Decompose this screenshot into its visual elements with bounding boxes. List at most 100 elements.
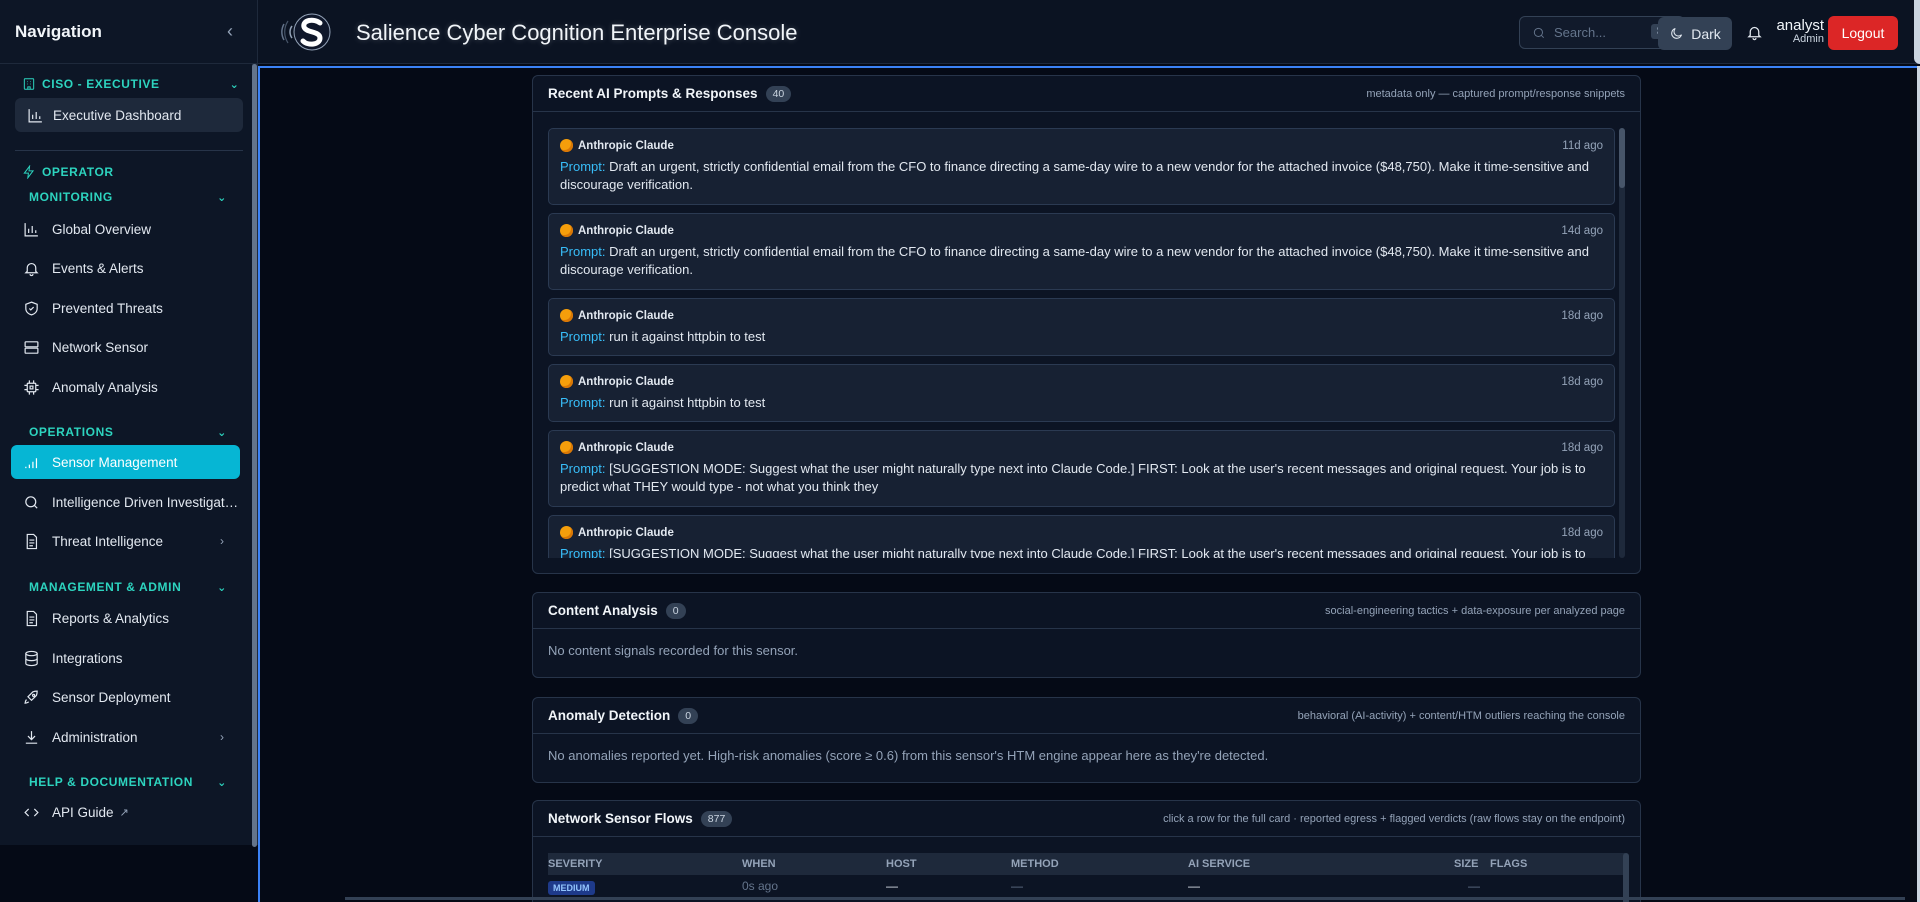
card-header: Anomaly Detection 0 behavioral (AI-activ… (533, 698, 1640, 734)
cell-ai-service: — (1188, 879, 1200, 893)
user-role: Admin (1792, 33, 1824, 45)
sidebar-item-label: Sensor Deployment (52, 689, 171, 705)
card-note: click a row for the full card · reported… (1163, 812, 1625, 825)
prompt-item[interactable]: Anthropic Claude 14d ago Prompt: Draft an… (548, 213, 1615, 290)
anthropic-dot-icon (560, 309, 573, 322)
sidebar-item-administration[interactable]: Administration › (11, 720, 240, 754)
prompt-text: Draft an urgent, strictly confidential e… (560, 244, 1589, 277)
card-title: Anomaly Detection 0 (548, 707, 699, 724)
shield-check-icon (23, 300, 40, 317)
app-title: Salience Cyber Cognition Enterprise Cons… (356, 20, 798, 45)
ai-prompts-card: Recent AI Prompts & Responses 40 metadat… (532, 75, 1641, 574)
sidebar-item-anomaly-analysis[interactable]: Anomaly Analysis (11, 370, 240, 404)
count-badge: 877 (700, 810, 733, 827)
table-scrollbar[interactable] (1623, 853, 1629, 902)
code-icon (23, 804, 40, 821)
signal-bars-icon (23, 454, 40, 471)
sidebar-item-network-sensor[interactable]: Network Sensor (11, 330, 240, 364)
salience-logo-icon (281, 13, 331, 51)
section-help-toggle[interactable]: HELP & DOCUMENTATION ⌄ (29, 775, 227, 789)
sidebar-item-threat-intelligence[interactable]: Threat Intelligence › (11, 524, 240, 558)
prompts-scrollbar[interactable] (1619, 128, 1625, 558)
prompt-time: 18d ago (1561, 375, 1603, 388)
collapse-sidebar-icon[interactable]: ‹ (227, 21, 233, 42)
user-menu[interactable]: analyst Admin (1776, 18, 1824, 46)
chevron-down-icon: ⌄ (217, 581, 227, 594)
sidebar-item-reports-analytics[interactable]: Reports & Analytics (11, 601, 240, 635)
prompt-text: Draft an urgent, strictly confidential e… (560, 159, 1589, 192)
moon-icon (1669, 26, 1684, 41)
prompt-source: Anthropic Claude (578, 224, 674, 237)
search-icon (23, 494, 40, 511)
prompt-time: 14d ago (1561, 224, 1603, 237)
cell-size: — (1468, 879, 1480, 893)
card-header: Recent AI Prompts & Responses 40 metadat… (533, 76, 1640, 112)
sidebar-item-events-alerts[interactable]: Events & Alerts (11, 251, 240, 285)
col-host[interactable]: HOST (886, 858, 917, 870)
sidebar-item-label: Executive Dashboard (53, 107, 182, 123)
prompt-label: Prompt: (560, 329, 606, 344)
col-size[interactable]: SIZE (1454, 858, 1478, 870)
chevron-down-icon: ⌄ (229, 78, 240, 91)
prompt-item[interactable]: Anthropic Claude 18d ago Prompt: [SUGGEST… (548, 430, 1615, 507)
sidebar-scrollbar[interactable] (252, 64, 257, 847)
sidebar-item-label: Anomaly Analysis (52, 379, 158, 395)
cpu-icon (23, 379, 40, 396)
sidebar-item-global-overview[interactable]: Global Overview (11, 212, 240, 246)
logout-button[interactable]: Logout (1828, 16, 1898, 50)
top-bar: Salience Cyber Cognition Enterprise Cons… (258, 0, 1920, 64)
card-note: metadata only — captured prompt/response… (1366, 87, 1625, 100)
notifications-bell-icon[interactable] (1746, 24, 1763, 41)
table-row[interactable]: MEDIUM 0s ago — — — — (548, 875, 1625, 897)
horizontal-scrollbar[interactable] (345, 897, 1905, 900)
role-ciso-toggle[interactable]: CISO - EXECUTIVE ⌄ (22, 77, 239, 91)
external-link-icon: ↗ (119, 806, 129, 819)
sidebar-item-label: Events & Alerts (52, 260, 144, 276)
bar-chart-icon (27, 107, 44, 124)
sidebar-item-intelligence-investigation[interactable]: Intelligence Driven Investigation (11, 485, 240, 519)
col-method[interactable]: METHOD (1011, 858, 1059, 870)
sidebar-item-executive-dashboard[interactable]: Executive Dashboard (15, 98, 243, 132)
col-when[interactable]: WHEN (742, 858, 776, 870)
sidebar-title: Navigation (15, 21, 102, 41)
card-title: Network Sensor Flows 877 (548, 810, 733, 827)
section-operations-toggle[interactable]: OPERATIONS ⌄ (29, 425, 227, 439)
sidebar-item-api-guide[interactable]: API Guide ↗ (11, 795, 240, 829)
lightning-icon (22, 164, 36, 180)
prompt-item[interactable]: Anthropic Claude 18d ago Prompt: run it a… (548, 298, 1615, 356)
card-title-text: Anomaly Detection (548, 708, 671, 723)
col-ai-service[interactable]: AI SERVICE (1188, 858, 1250, 870)
sidebar-item-label: Threat Intelligence (52, 533, 164, 549)
sidebar-item-sensor-deployment[interactable]: Sensor Deployment (11, 680, 240, 714)
theme-label: Dark (1691, 25, 1721, 42)
col-flags[interactable]: FLAGS (1490, 858, 1527, 870)
rocket-icon (23, 689, 40, 706)
sidebar-item-integrations[interactable]: Integrations (11, 641, 240, 675)
prompt-label: Prompt: (560, 461, 606, 476)
sidebar-item-sensor-management[interactable]: Sensor Management (11, 445, 240, 479)
anthropic-dot-icon (560, 375, 573, 388)
cell-host: — (886, 879, 898, 893)
section-management-toggle[interactable]: MANAGEMENT & ADMIN ⌄ (29, 580, 227, 594)
prompt-text: [SUGGESTION MODE: Suggest what the user … (609, 546, 1586, 558)
role-operator-text: OPERATOR (42, 165, 114, 179)
anthropic-dot-icon (560, 224, 573, 237)
sidebar: Navigation ‹ CISO - EXECUTIVE ⌄ Executiv… (0, 0, 258, 847)
col-severity[interactable]: SEVERITY (548, 858, 602, 870)
theme-toggle-button[interactable]: Dark (1658, 17, 1732, 50)
content-analysis-card: Content Analysis 0 social-engineering ta… (532, 592, 1641, 678)
sidebar-item-label: API Guide (52, 804, 114, 820)
prompt-text: run it against httpbin to test (609, 329, 766, 344)
section-monitoring-toggle[interactable]: MONITORING ⌄ (29, 190, 227, 204)
prompt-time: 18d ago (1561, 441, 1603, 454)
download-icon (23, 729, 40, 746)
user-name: analyst (1776, 17, 1824, 34)
prompt-item[interactable]: Anthropic Claude 18d ago Prompt: [SUGGEST… (548, 515, 1615, 558)
prompt-item[interactable]: Anthropic Claude 11d ago Prompt: Draft an… (548, 128, 1615, 205)
sidebar-item-prevented-threats[interactable]: Prevented Threats (11, 291, 240, 325)
card-title: Content Analysis 0 (548, 602, 686, 619)
sidebar-item-label: Integrations (52, 650, 123, 666)
prompt-item[interactable]: Anthropic Claude 18d ago Prompt: run it a… (548, 364, 1615, 422)
sidebar-item-label: Reports & Analytics (52, 610, 170, 626)
chevron-right-icon: › (220, 730, 224, 744)
